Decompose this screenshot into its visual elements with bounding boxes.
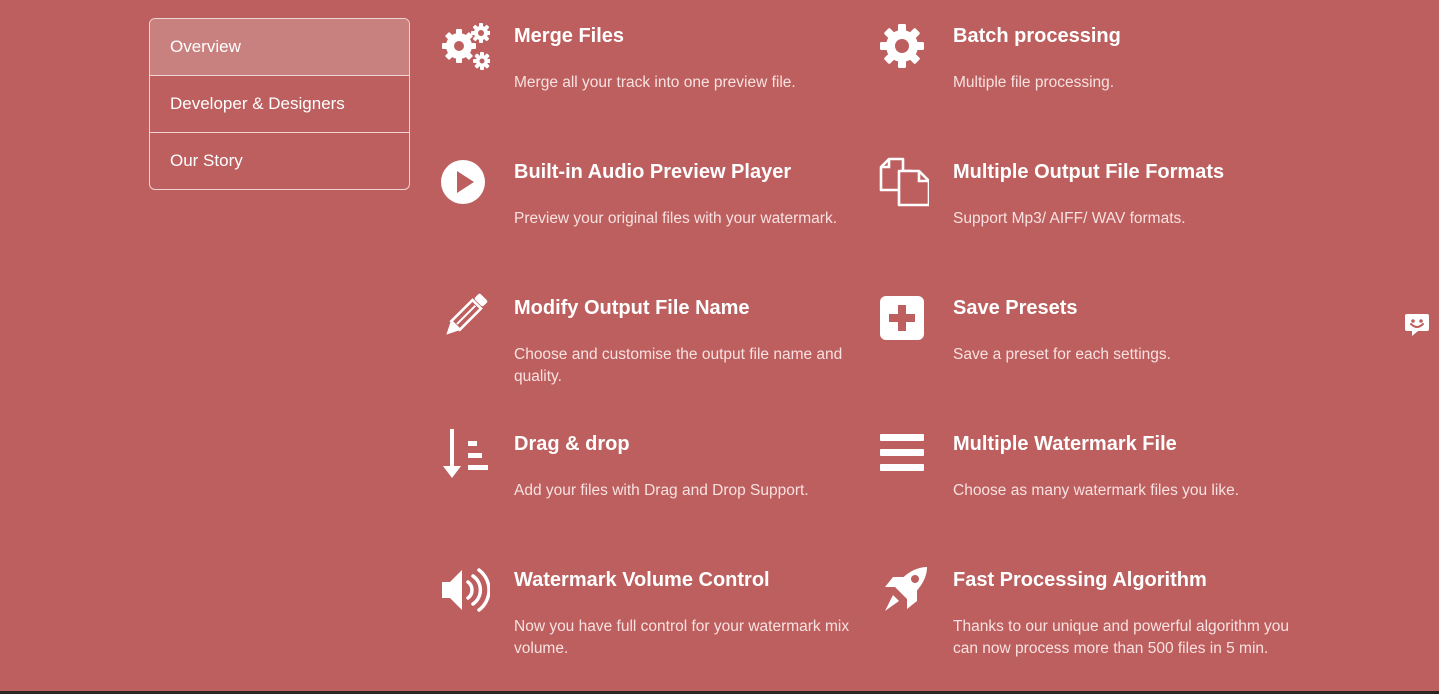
feature-title: Modify Output File Name [514, 297, 750, 319]
feature-title: Watermark Volume Control [514, 569, 770, 591]
feature-description: Support Mp3/ AIFF/ WAV formats. [953, 210, 1186, 227]
feature-title: Drag & drop [514, 433, 630, 455]
feature-description: Choose and customise the output file nam… [514, 346, 843, 385]
feature-title: Multiple Output File Formats [953, 161, 1225, 183]
sidebar-item-overview[interactable]: Overview [150, 19, 409, 75]
feature-title: Built-in Audio Preview Player [514, 161, 792, 183]
feature-title: Save Presets [953, 297, 1078, 319]
gears-icon [440, 21, 490, 71]
chat-icon [1405, 314, 1429, 336]
copy-files-icon [879, 157, 929, 207]
features-page: Overview Developer & Designers Our Story [0, 0, 1439, 691]
volume-icon [440, 565, 490, 615]
feature-title: Batch processing [953, 25, 1121, 47]
feature-description: Multiple file processing. [953, 74, 1115, 91]
list-bars-icon [879, 429, 929, 479]
pencil-icon [440, 293, 490, 343]
feature-description: Choose as many watermark files you like. [953, 482, 1240, 499]
sidebar-item-developer-designers[interactable]: Developer & Designers [150, 75, 409, 132]
sidebar-nav: Overview Developer & Designers Our Story [149, 18, 410, 190]
feature-description: Preview your original files with your wa… [514, 210, 838, 227]
feature-description: Now you have full control for your water… [514, 618, 850, 657]
feature-title: Fast Processing Algorithm [953, 569, 1207, 591]
chat-widget-button[interactable] [1404, 312, 1430, 338]
sort-down-icon [440, 429, 490, 479]
feature-description: Thanks to our unique and powerful algori… [953, 618, 1290, 657]
feature-description: Add your files with Drag and Drop Suppor… [514, 482, 809, 499]
feature-title: Merge Files [514, 25, 625, 47]
sidebar-item-our-story[interactable]: Our Story [150, 132, 409, 189]
play-icon [440, 157, 490, 207]
plus-square-icon [879, 293, 929, 343]
gear-icon [879, 21, 929, 71]
feature-description: Save a preset for each settings. [953, 346, 1171, 363]
rocket-icon [879, 565, 929, 615]
feature-title: Multiple Watermark File [953, 433, 1177, 455]
feature-description: Merge all your track into one preview fi… [514, 74, 796, 91]
